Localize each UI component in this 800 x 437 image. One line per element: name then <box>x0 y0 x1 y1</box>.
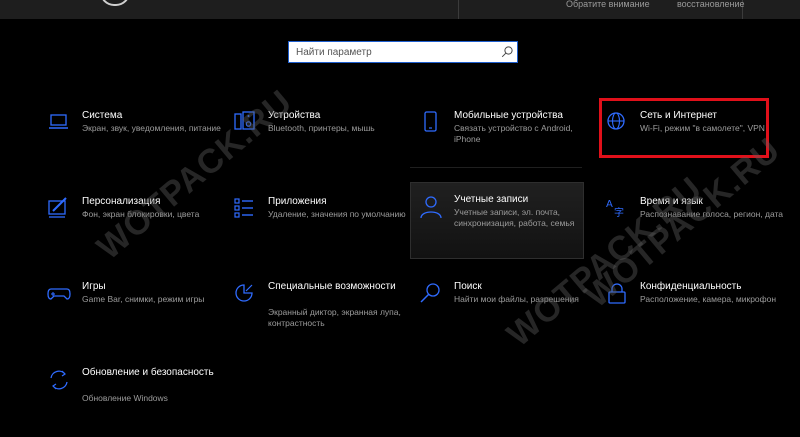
tile-update-security[interactable]: Обновление и безопасность Обновление Win… <box>46 367 226 437</box>
tile-description: Экранный диктор, экранная лупа, контраст… <box>268 307 401 328</box>
person-icon <box>420 196 442 219</box>
search-box[interactable] <box>288 41 518 63</box>
tile-mobile-devices[interactable]: Мобильные устройства Связать устройство … <box>418 110 598 180</box>
svg-text:A: A <box>606 199 613 210</box>
top-bar-hint-right[interactable]: восстановление <box>677 0 745 9</box>
search-input[interactable] <box>289 42 496 62</box>
tile-description: Учетные записи, эл. почта, синхронизация… <box>454 207 575 228</box>
tile-title: Специальные возможности <box>268 281 396 292</box>
tile-description: Обновление Windows <box>82 393 168 403</box>
accessibility-icon <box>235 284 253 302</box>
top-bar-hint-left[interactable]: Обратите внимание <box>566 0 650 9</box>
tile-title: Конфиденциальность <box>640 281 742 292</box>
tile-gaming[interactable]: Игры Game Bar, снимки, режим игры <box>46 281 226 351</box>
tile-accounts[interactable]: Учетные записи Учетные записи, эл. почта… <box>418 194 598 264</box>
tile-apps[interactable]: Приложения Удаление, значения по умолчан… <box>232 196 412 266</box>
tile-description: Связать устройство с Android, iPhone <box>454 123 573 144</box>
svg-text:字: 字 <box>614 206 624 219</box>
tile-accessibility[interactable]: Специальные возможности Экранный диктор,… <box>232 281 412 351</box>
phone-icon <box>424 111 437 132</box>
search-icon <box>420 283 440 303</box>
tile-description: Game Bar, снимки, режим игры <box>82 294 205 304</box>
paintbrush-icon <box>48 197 67 218</box>
tile-title: Игры <box>82 281 106 292</box>
tile-description: Удаление, значения по умолчанию <box>268 209 406 219</box>
sync-icon <box>50 370 68 390</box>
header-avatar-arc <box>100 0 130 6</box>
top-bar: Обратите внимание восстановление <box>0 0 800 19</box>
tile-description: Bluetooth, принтеры, мышь <box>268 123 375 133</box>
tile-description: Экран, звук, уведомления, питание <box>82 123 221 133</box>
laptop-icon <box>49 114 68 129</box>
tile-description: Расположение, камера, микрофон <box>640 294 777 304</box>
tile-title: Обновление и безопасность <box>82 367 214 378</box>
gamepad-icon <box>47 288 71 300</box>
search-icon[interactable] <box>500 45 514 59</box>
tile-title: Учетные записи <box>454 194 529 205</box>
tile-title: Приложения <box>268 196 327 207</box>
apps-icon <box>234 198 253 218</box>
tile-title: Система <box>82 110 123 121</box>
tile-title: Мобильные устройства <box>454 110 563 121</box>
top-bar-divider <box>458 0 459 19</box>
